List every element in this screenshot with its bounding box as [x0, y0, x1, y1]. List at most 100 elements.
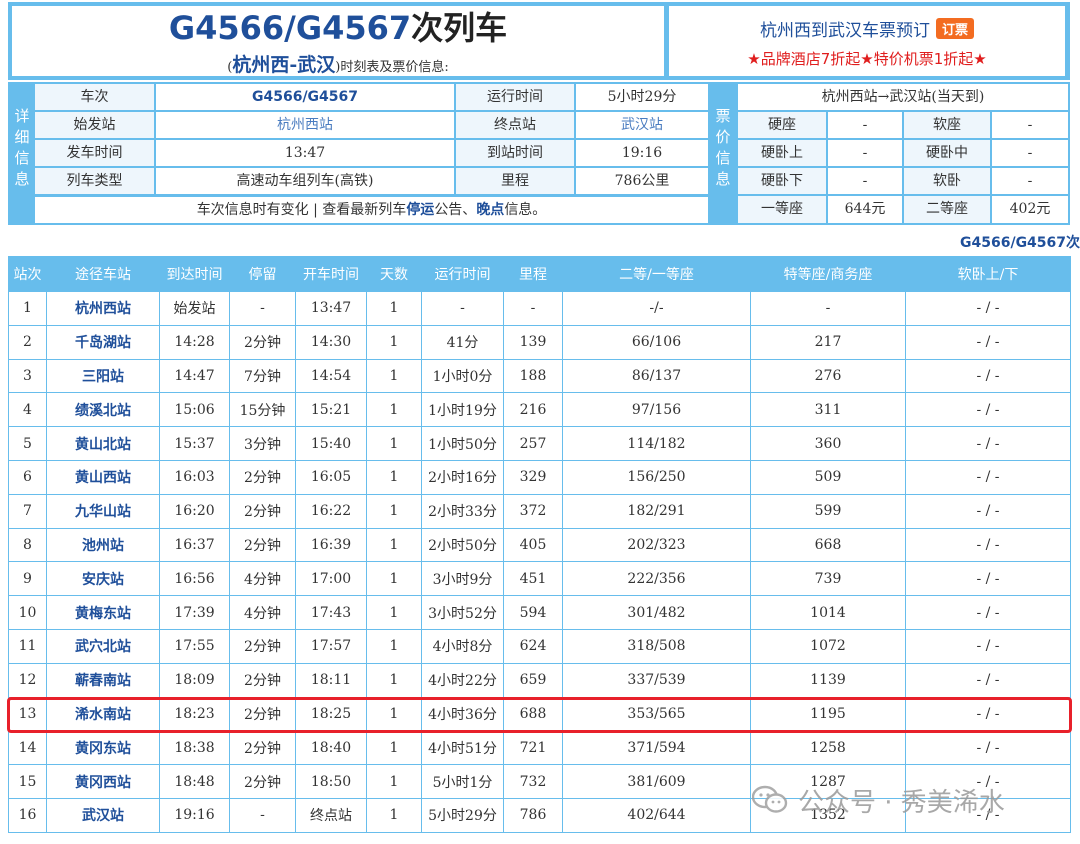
departure-time: 16:39 — [295, 527, 367, 563]
arrival-time: 17:39 — [159, 595, 230, 630]
price-2nd-1st: 114/182 — [562, 426, 751, 461]
terminal-station-link[interactable]: 武汉站 — [575, 111, 709, 139]
elapsed-time: 2小时50分 — [421, 527, 504, 563]
elapsed-time: 4小时8分 — [421, 628, 504, 664]
detail-value: 786公里 — [575, 167, 709, 195]
day-count: 1 — [366, 561, 422, 597]
station-name[interactable]: 黄梅东站 — [46, 595, 160, 630]
departure-time: 15:21 — [295, 392, 367, 428]
price-soft-sleeper: - / - — [905, 561, 1071, 597]
suspension-link[interactable]: 停运 — [406, 202, 434, 218]
station-name[interactable]: 池州站 — [46, 527, 160, 563]
stop-duration: 3分钟 — [229, 426, 296, 461]
day-count: 1 — [366, 493, 422, 529]
arrival-time: 16:56 — [159, 561, 230, 597]
distance: 659 — [503, 662, 563, 698]
seat-price: - — [827, 111, 903, 139]
station-name[interactable]: 安庆站 — [46, 561, 160, 597]
price-soft-sleeper: - / - — [905, 392, 1071, 428]
station-name[interactable]: 黄山北站 — [46, 426, 160, 461]
notice-text: 车次信息时有变化 | 查看最新列车 — [196, 202, 407, 218]
distance: 139 — [503, 324, 563, 360]
station-no: 10 — [8, 595, 47, 630]
station-name[interactable]: 绩溪北站 — [46, 392, 160, 428]
seat-price: - — [827, 167, 903, 195]
elapsed-time: 4小时36分 — [421, 696, 504, 732]
station-name[interactable]: 武穴北站 — [46, 628, 160, 664]
info-notice: 车次信息时有变化 | 查看最新列车停运公告、晚点信息。 — [34, 196, 709, 224]
station-name[interactable]: 浠水南站 — [46, 696, 160, 732]
timetable-header-row: 站次 途径车站 到达时间 停留 开车时间 天数 运行时间 里程 二等/一等座 特… — [8, 256, 1071, 292]
elapsed-time: 41分 — [421, 324, 504, 360]
departure-time: 13:47 — [295, 291, 367, 326]
delay-link[interactable]: 晚点 — [476, 202, 504, 218]
station-no: 15 — [8, 764, 47, 799]
promo-link[interactable]: ★品牌酒店7折起★特价机票1折起★ — [669, 48, 1065, 69]
seat-label: 一等座 — [737, 195, 827, 224]
distance: 451 — [503, 561, 563, 597]
timetable: 站次 途径车站 到达时间 停留 开车时间 天数 运行时间 里程 二等/一等座 特… — [8, 256, 1071, 833]
departure-time: 14:30 — [295, 324, 367, 360]
elapsed-time: 1小时0分 — [421, 358, 504, 394]
station-name[interactable]: 三阳站 — [46, 358, 160, 394]
price-business: 311 — [750, 392, 906, 428]
departure-time: 18:40 — [295, 730, 367, 766]
station-name[interactable]: 黄冈西站 — [46, 764, 160, 799]
price-2nd-1st: 337/539 — [562, 662, 751, 698]
station-no: 12 — [8, 662, 47, 698]
price-2nd-1st: 353/565 — [562, 696, 751, 732]
distance: 216 — [503, 392, 563, 428]
station-no: 8 — [8, 527, 47, 563]
price-business: 509 — [750, 459, 906, 495]
seat-label: 二等座 — [903, 195, 991, 224]
booking-link[interactable]: 杭州西到武汉车票预订 — [760, 21, 930, 41]
day-count: 1 — [366, 764, 422, 799]
price-business: 1139 — [750, 662, 906, 698]
distance: 372 — [503, 493, 563, 529]
station-no: 1 — [8, 291, 47, 326]
notice-text: 公告、 — [434, 202, 477, 218]
origin-station-link[interactable]: 杭州西站 — [155, 111, 455, 139]
station-name[interactable]: 黄冈东站 — [46, 730, 160, 766]
price-route: 杭州西站→武汉站(当天到) — [737, 83, 1069, 111]
distance: 257 — [503, 426, 563, 461]
station-name[interactable]: 黄山西站 — [46, 459, 160, 495]
table-row: 7 九华山站 16:20 2分钟 16:22 1 2小时33分 372 182/291 599- … — [8, 493, 1071, 529]
price-2nd-1st: 182/291 — [562, 493, 751, 529]
price-2nd-1st: 66/106 — [562, 324, 751, 360]
seat-label: 硬卧下 — [737, 167, 827, 195]
seat-label: 软卧 — [903, 167, 991, 195]
station-name[interactable]: 九华山站 — [46, 493, 160, 529]
elapsed-time: 1小时19分 — [421, 392, 504, 428]
stop-duration: - — [229, 291, 296, 326]
seat-label: 硬卧上 — [737, 139, 827, 167]
detail-value: 高速动车组列车(高铁) — [155, 167, 455, 195]
detail-label: 车次 — [34, 83, 155, 111]
book-ticket-button[interactable]: 订票 — [935, 18, 974, 39]
day-count: 1 — [366, 527, 422, 563]
station-name[interactable]: 千岛湖站 — [46, 324, 160, 360]
price-business: 1195 — [750, 696, 906, 732]
elapsed-time: 3小时9分 — [421, 561, 504, 597]
detail-info-panel: 详细信息 车次 G4566/G4567 运行时间 5小时29分 始发站 杭州西站… — [8, 82, 1070, 225]
station-name[interactable]: 武汉站 — [46, 797, 160, 833]
arrival-time: 16:20 — [159, 493, 230, 529]
column-header: 里程 — [503, 256, 563, 292]
station-name[interactable]: 杭州西站 — [46, 291, 160, 326]
station-no: 13 — [8, 696, 47, 732]
table-row: 12 蕲春南站 18:09 2分钟 18:11 1 4小时22分 659 337/539 1139… — [8, 662, 1071, 698]
detail-value-train: G4566/G4567 — [155, 83, 455, 111]
price-2nd-1st: 301/482 — [562, 595, 751, 630]
price-soft-sleeper: - / - — [905, 324, 1071, 360]
station-name[interactable]: 蕲春南站 — [46, 662, 160, 698]
arrival-time: 14:28 — [159, 324, 230, 360]
detail-label: 列车类型 — [34, 167, 155, 195]
elapsed-time: 3小时52分 — [421, 595, 504, 630]
price-soft-sleeper: - / - — [905, 358, 1071, 394]
stop-duration: 2分钟 — [229, 493, 296, 529]
day-count: 1 — [366, 628, 422, 664]
elapsed-time: 4小时51分 — [421, 730, 504, 766]
table-row: 14 黄冈东站 18:38 2分钟 18:40 1 4小时51分 721 371/594 1258… — [8, 730, 1071, 766]
detail-label: 里程 — [455, 167, 575, 195]
price-soft-sleeper: - / - — [905, 628, 1071, 664]
